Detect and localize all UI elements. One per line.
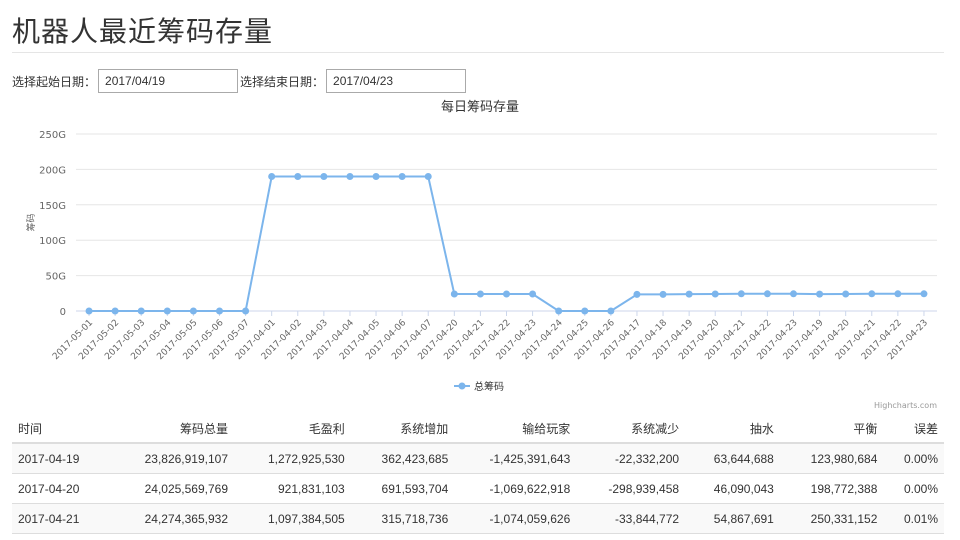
col-header[interactable]: 平衡: [779, 414, 884, 444]
data-point: [737, 290, 745, 298]
table-row: 2017-04-19 23,826,919,107 1,272,925,530 …: [12, 442, 944, 474]
table-cell: 123,980,684: [779, 442, 884, 474]
table-cell: 54,867,691: [685, 503, 780, 534]
chart-credit: Highcharts.com: [874, 401, 937, 410]
data-point: [85, 307, 93, 315]
table-cell: -1,074,059,626: [454, 503, 577, 534]
end-date-label: 选择结束日期：: [240, 74, 325, 89]
data-point: [163, 307, 171, 315]
data-point: [842, 290, 850, 298]
chart-title: 每日筹码存量: [441, 99, 519, 115]
data-table: 时间 筹码总量 毛盈利 系统增加 输给玩家 系统减少 抽水 平衡 误差 2017…: [12, 414, 944, 534]
y-tick-label: 150G: [39, 201, 66, 212]
col-header[interactable]: 输给玩家: [454, 414, 577, 444]
table-cell: -298,939,458: [576, 473, 686, 504]
table-cell: -1,069,622,918: [454, 473, 577, 504]
data-point: [711, 290, 719, 298]
data-point: [189, 307, 197, 315]
data-point: [763, 290, 771, 298]
data-point: [790, 290, 797, 298]
table-cell: 0.00%: [883, 442, 944, 474]
table-cell: 1,097,384,505: [234, 503, 351, 534]
data-point: [476, 290, 484, 298]
legend-label: 总筹码: [474, 380, 504, 393]
data-point: [920, 290, 928, 298]
y-tick-label: 100G: [39, 236, 66, 247]
table-cell: 2017-04-20: [12, 473, 109, 504]
data-point: [268, 172, 276, 180]
data-point: [424, 172, 432, 180]
data-point: [868, 290, 876, 298]
table-cell: 921,831,103: [234, 473, 351, 504]
date-filter-bar: 选择起始日期： 选择结束日期：: [12, 69, 468, 93]
y-tick-label: 0: [60, 307, 66, 318]
table-cell: 63,644,688: [685, 442, 780, 474]
col-header[interactable]: 系统增加: [350, 414, 455, 444]
data-point: [346, 172, 354, 180]
col-header[interactable]: 误差: [883, 414, 944, 444]
legend-marker: [458, 382, 466, 390]
table-row: 2017-04-21 24,274,365,932 1,097,384,505 …: [12, 503, 944, 534]
end-date-input[interactable]: [326, 69, 467, 93]
data-point: [659, 290, 667, 298]
y-axis-title: 筹码: [25, 213, 37, 231]
table-cell: 23,826,919,107: [108, 442, 235, 474]
data-point: [503, 290, 510, 298]
data-point: [894, 290, 902, 298]
table-row: 2017-04-20 24,025,569,769 921,831,103 69…: [12, 473, 944, 504]
table-cell: 46,090,043: [685, 473, 780, 504]
data-point: [529, 290, 537, 298]
table-cell: 691,593,704: [350, 473, 455, 504]
data-point: [633, 290, 641, 298]
data-point: [242, 307, 250, 315]
data-point: [294, 172, 302, 180]
chips-chart: 每日筹码存量 0 50G 100G 150G 200G 250G 筹码 2017-05-01 20…: [0, 96, 960, 412]
title-divider: [12, 52, 944, 53]
page-title: 机器人最近筹码存量: [12, 15, 274, 48]
table-cell: 315,718,736: [350, 503, 455, 534]
data-point: [320, 172, 328, 180]
data-point: [581, 307, 589, 315]
table-cell: 24,025,569,769: [108, 473, 235, 504]
data-point: [816, 290, 824, 298]
data-point: [450, 290, 458, 298]
table-cell: 2017-04-19: [12, 442, 109, 474]
data-point: [555, 307, 563, 315]
data-point: [607, 307, 615, 315]
table-cell: 24,274,365,932: [108, 503, 235, 534]
y-tick-label: 50G: [46, 272, 66, 283]
col-header[interactable]: 毛盈利: [234, 414, 351, 444]
col-header[interactable]: 时间: [12, 414, 109, 444]
y-tick-label: 200G: [39, 165, 66, 176]
start-date-label: 选择起始日期：: [12, 74, 97, 89]
col-header[interactable]: 筹码总量: [108, 414, 235, 444]
table-cell: 250,331,152: [779, 503, 884, 534]
chart-svg: 每日筹码存量050G100G150G200G250G筹码2017-05-0120…: [25, 99, 937, 410]
table-cell: 2017-04-21: [12, 503, 109, 534]
col-header[interactable]: 抽水: [685, 414, 780, 444]
col-header[interactable]: 系统减少: [576, 414, 686, 444]
table-cell: 362,423,685: [350, 442, 455, 474]
data-point: [216, 307, 223, 315]
table-cell: 0.01%: [883, 503, 944, 534]
data-point: [137, 307, 145, 315]
table-cell: 1,272,925,530: [234, 442, 351, 474]
start-date-input[interactable]: [98, 69, 239, 93]
table-cell: -22,332,200: [576, 442, 686, 474]
table-header-row: 时间 筹码总量 毛盈利 系统增加 输给玩家 系统减少 抽水 平衡 误差: [12, 414, 944, 444]
table-cell: -1,425,391,643: [454, 442, 577, 474]
table-cell: 0.00%: [883, 473, 944, 504]
table-cell: 198,772,388: [779, 473, 884, 504]
data-point: [111, 307, 119, 315]
data-point: [372, 172, 380, 180]
data-point: [685, 290, 693, 298]
table-cell: -33,844,772: [576, 503, 686, 534]
y-tick-label: 250G: [39, 130, 66, 141]
data-point: [398, 172, 406, 180]
